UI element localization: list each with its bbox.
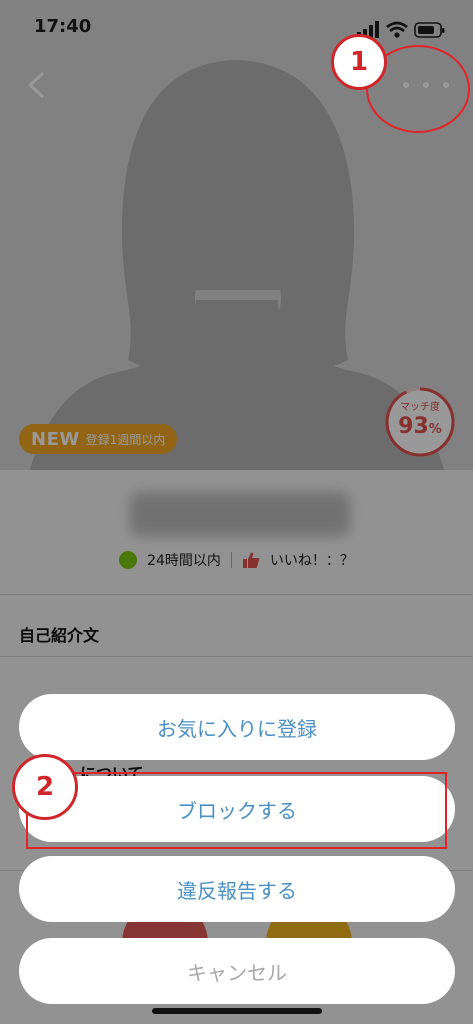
cancel-button[interactable]: キャンセル <box>19 938 455 1004</box>
screen: NEW 登録1週間以内 マッチ度 93% 24時間以内 いいね！：？ 自己紹介文… <box>0 0 473 1024</box>
annotation-highlight-block <box>26 772 447 849</box>
status-time: 17:40 <box>34 16 92 37</box>
favorite-button[interactable]: お気に入りに登録 <box>19 694 455 760</box>
annotation-step-1: 1 <box>331 34 387 90</box>
annotation-step-2: 2 <box>12 754 78 820</box>
report-button[interactable]: 違反報告する <box>19 856 455 922</box>
home-indicator <box>152 1008 322 1014</box>
battery-icon <box>414 22 445 38</box>
wifi-icon <box>386 21 408 38</box>
